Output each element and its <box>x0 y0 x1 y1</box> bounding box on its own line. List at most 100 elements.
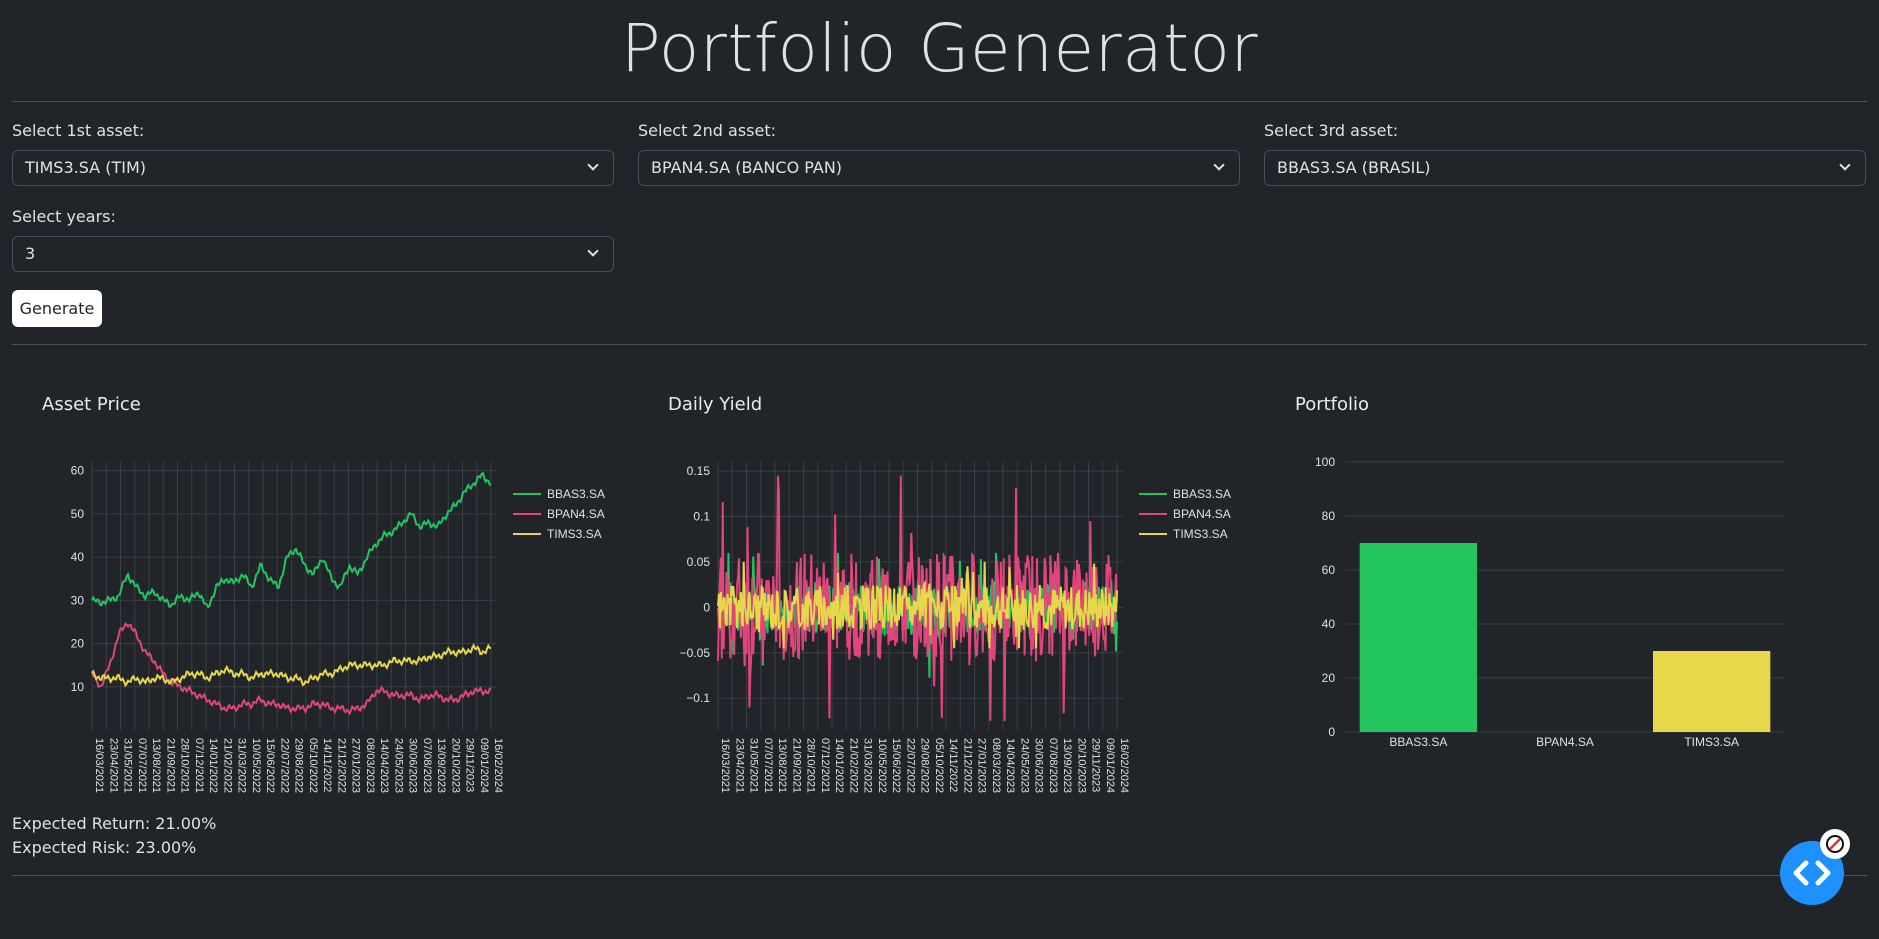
y-tick-label: 0.15 <box>687 464 711 478</box>
x-tick-label: 21/12/2022 <box>335 738 347 793</box>
x-tick-label: 15/06/2022 <box>264 738 276 793</box>
x-tick-label: 21/09/2021 <box>790 738 802 793</box>
y-tick-label: 0.05 <box>687 555 711 569</box>
x-tick-label: 13/09/2023 <box>1061 738 1073 793</box>
chevron-down-icon <box>1839 159 1851 171</box>
legend-label: TIMS3.SA <box>1173 527 1228 541</box>
x-tick-label: 16/02/2024 <box>492 738 504 793</box>
x-tick-label: 09/01/2024 <box>478 738 490 793</box>
x-tick-label: 13/08/2021 <box>150 738 162 793</box>
y-tick-label: 0 <box>703 600 710 614</box>
asset1-select[interactable]: TIMS3.SA (TIM) <box>12 150 614 186</box>
x-tick-label: 31/03/2022 <box>236 738 248 793</box>
x-tick-label: 14/04/2023 <box>1004 738 1016 793</box>
x-tick-label: BPAN4.SA <box>1536 735 1594 749</box>
x-tick-label: 09/01/2024 <box>1104 738 1116 793</box>
block-icon <box>1826 835 1844 853</box>
years-label: Select years: <box>12 207 116 226</box>
years-select[interactable]: 3 <box>12 236 614 272</box>
page-title: Portfolio Generator <box>620 10 1259 87</box>
x-tick-label: 10/05/2022 <box>250 738 262 793</box>
x-tick-label: 22/07/2022 <box>904 738 916 793</box>
x-tick-label: 14/01/2022 <box>207 738 219 793</box>
y-tick-label: −0.1 <box>686 691 710 705</box>
divider-middle <box>12 344 1867 345</box>
y-tick-label: 60 <box>1322 563 1336 577</box>
x-tick-label: 28/10/2021 <box>179 738 191 793</box>
x-tick-label: TIMS3.SA <box>1684 735 1739 749</box>
asset3-select[interactable]: BBAS3.SA (BRASIL) <box>1264 150 1866 186</box>
x-tick-label: 23/04/2021 <box>733 738 745 793</box>
asset1-value: TIMS3.SA (TIM) <box>25 158 146 177</box>
price-chart-title: Asset Price <box>42 394 141 415</box>
chevron-down-icon <box>587 245 599 257</box>
y-tick-label: 60 <box>71 464 85 478</box>
x-tick-label: 24/05/2023 <box>392 738 404 793</box>
legend-label: BPAN4.SA <box>1173 507 1231 521</box>
x-tick-label: 05/10/2022 <box>933 738 945 793</box>
asset2-label: Select 2nd asset: <box>638 121 776 140</box>
y-tick-label: 30 <box>71 593 85 607</box>
x-tick-label: 15/06/2022 <box>890 738 902 793</box>
expected-risk: Expected Risk: 23.00% <box>12 838 197 857</box>
x-tick-label: 14/11/2022 <box>947 738 959 792</box>
x-tick-label: 29/11/2023 <box>1090 738 1102 792</box>
x-tick-label: 05/10/2022 <box>307 738 319 793</box>
divider-bottom <box>12 875 1867 876</box>
legend-label: BBAS3.SA <box>1173 487 1231 501</box>
x-tick-label: 07/12/2021 <box>819 738 831 793</box>
block-badge[interactable] <box>1820 829 1850 859</box>
portfolio-chart-title: Portfolio <box>1295 394 1370 415</box>
y-tick-label: 0 <box>1328 725 1335 739</box>
x-tick-label: 07/07/2021 <box>136 738 148 793</box>
x-tick-label: 24/05/2023 <box>1018 738 1030 793</box>
x-tick-label: 28/10/2021 <box>805 738 817 793</box>
y-tick-label: −0.05 <box>680 646 711 660</box>
years-value: 3 <box>25 244 36 263</box>
asset3-label: Select 3rd asset: <box>1264 121 1399 140</box>
chevron-down-icon <box>1213 159 1225 171</box>
x-tick-label: 30/06/2023 <box>407 738 419 793</box>
daily-yield-chart[interactable]: 16/03/2021 23/04/2021 31/05/2021 07/07/2021… <box>666 450 1246 800</box>
asset2-value: BPAN4.SA (BANCO PAN) <box>651 158 843 177</box>
asset-price-chart[interactable]: 16/03/2021 23/04/2021 31/05/2021 07/07/2021… <box>40 450 620 800</box>
x-tick-label: 29/08/2022 <box>919 738 931 793</box>
expected-return: Expected Return: 21.00% <box>12 814 217 833</box>
x-tick-label: 29/11/2023 <box>464 738 476 792</box>
x-tick-label: 27/01/2023 <box>976 738 988 793</box>
x-tick-label: 07/12/2021 <box>193 738 205 793</box>
legend-label: TIMS3.SA <box>547 527 602 541</box>
x-tick-label: 29/08/2022 <box>293 738 305 793</box>
y-tick-label: 40 <box>71 550 85 564</box>
x-tick-label: 07/07/2021 <box>762 738 774 793</box>
yield-chart-title: Daily Yield <box>668 394 763 415</box>
x-tick-label: 31/03/2022 <box>862 738 874 793</box>
y-tick-label: 20 <box>71 637 85 651</box>
x-tick-label: 16/02/2024 <box>1118 738 1130 793</box>
x-tick-label: 21/12/2022 <box>961 738 973 793</box>
divider-top <box>12 101 1867 102</box>
y-tick-label: 10 <box>71 680 85 694</box>
y-tick-label: 100 <box>1315 455 1335 469</box>
x-tick-label: 07/08/2023 <box>421 738 433 793</box>
portfolio-chart[interactable]: 0 20 40 60 80 100 BBAS3.SA BPAN4.SA TIMS3.SA <box>1290 450 1810 760</box>
x-tick-label: 14/11/2022 <box>321 738 333 792</box>
y-tick-label: 20 <box>1322 671 1336 685</box>
x-tick-label: 31/05/2021 <box>748 738 760 793</box>
chevron-down-icon <box>587 159 599 171</box>
x-tick-label: 31/05/2021 <box>122 738 134 793</box>
asset2-select[interactable]: BPAN4.SA (BANCO PAN) <box>638 150 1240 186</box>
legend-label: BPAN4.SA <box>547 507 605 521</box>
x-tick-label: 13/09/2023 <box>435 738 447 793</box>
x-tick-label: 07/08/2023 <box>1047 738 1059 793</box>
x-tick-label: 16/03/2021 <box>93 738 105 793</box>
x-tick-label: 20/10/2023 <box>1075 738 1087 793</box>
x-tick-label: 21/09/2021 <box>164 738 176 793</box>
generate-button[interactable]: Generate <box>12 290 102 327</box>
x-tick-label: 21/02/2022 <box>221 738 233 793</box>
x-tick-label: 14/01/2022 <box>833 738 845 793</box>
x-tick-label: 16/03/2021 <box>719 738 731 793</box>
y-tick-label: 50 <box>71 507 85 521</box>
x-tick-label: 30/06/2023 <box>1033 738 1045 793</box>
y-tick-label: 0.1 <box>693 510 710 524</box>
